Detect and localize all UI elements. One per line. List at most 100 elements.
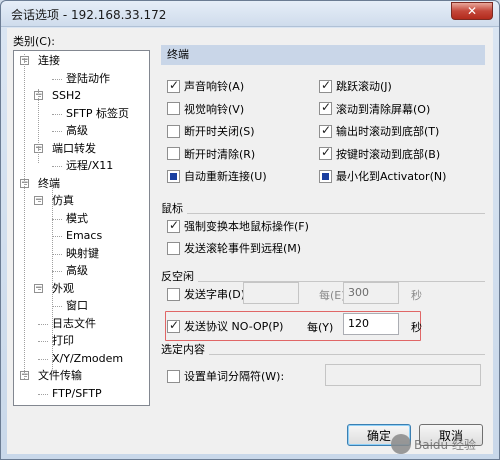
word-sep-checkbox[interactable] <box>167 369 180 383</box>
send-noop-checkbox[interactable] <box>167 318 180 333</box>
terminal-right-checkbox[interactable] <box>319 100 332 115</box>
send-string-label: 发送字串(D): <box>184 288 249 301</box>
section-header-terminal: 终端 <box>161 45 485 65</box>
tree-connector <box>52 181 53 371</box>
terminal-left-label: 视觉响铃(V) <box>184 102 245 116</box>
terminal-left-option[interactable]: 断开时关闭(S) <box>167 123 255 139</box>
terminal-right-option[interactable]: 按键时滚动到底部(B) <box>319 145 441 162</box>
terminal-right-label: 跳跃滚动(J) <box>336 80 392 93</box>
word-sep-input[interactable] <box>325 364 481 386</box>
terminal-left-label: 自动重新连接(U) <box>184 170 267 183</box>
terminal-right-option[interactable]: 最小化到Activator(N) <box>319 168 446 184</box>
tree-item[interactable]: 高级 <box>66 124 88 137</box>
interval-input-1[interactable]: 300 <box>343 282 399 304</box>
group-mouse: 鼠标 <box>161 200 485 216</box>
dialog-client: 类别(C): 连接 − 登陆动作 SSH2− SFTP 标签页 高级 端口转发 − 远程/X11… <box>7 28 493 454</box>
baidu-watermark: Baidu 经验 <box>391 434 476 454</box>
mouse-checkbox[interactable] <box>167 218 180 233</box>
tree-item[interactable]: SSH2 <box>52 89 81 102</box>
terminal-right-label: 滚动到清除屏幕(O) <box>336 102 431 116</box>
send-string-input[interactable] <box>243 282 299 304</box>
terminal-right-checkbox[interactable] <box>319 169 332 183</box>
terminal-left-option[interactable]: 自动重新连接(U) <box>167 168 267 184</box>
tree-item[interactable]: 映射键 <box>66 247 99 260</box>
group-selection: 选定内容 <box>161 341 485 357</box>
baidu-paw-icon <box>391 434 411 454</box>
terminal-left-option[interactable]: 视觉响铃(V) <box>167 101 244 117</box>
tree-connector <box>38 201 40 202</box>
terminal-left-label: 断开时清除(R) <box>184 147 256 161</box>
tree-item[interactable]: 文件传输 <box>38 369 82 382</box>
terminal-left-checkbox[interactable] <box>167 124 180 138</box>
send-noop-label: 发送协议 NO-OP(P) <box>184 320 284 333</box>
group-title-selection: 选定内容 <box>161 341 209 357</box>
tree-connector <box>38 393 48 395</box>
send-noop-option[interactable]: 发送协议 NO-OP(P) <box>167 318 283 334</box>
send-string-checkbox[interactable] <box>167 287 180 301</box>
group-anti-idle: 反空闲 <box>161 268 485 284</box>
category-tree[interactable]: 连接 − 登陆动作 SSH2− SFTP 标签页 高级 端口转发 − 远程/X11 终端 − 仿真 − 模… <box>13 50 150 406</box>
tree-item[interactable]: 远程/X11 <box>66 159 113 172</box>
tree-item[interactable]: 仿真 <box>52 194 74 207</box>
terminal-right-label: 按键时滚动到底部(B) <box>336 147 441 161</box>
send-string-option[interactable]: 发送字串(D): <box>167 286 249 302</box>
tree-connector <box>52 78 62 80</box>
tree-item[interactable]: X/Y/Zmodem <box>52 352 123 365</box>
terminal-left-checkbox[interactable] <box>167 147 180 160</box>
terminal-left-checkbox[interactable] <box>167 102 180 115</box>
tree-connector <box>52 271 62 272</box>
window-title: 会话选项 - 192.168.33.172 <box>11 8 167 22</box>
tree-item[interactable]: Emacs <box>66 229 102 242</box>
word-sep-option[interactable]: 设置单词分隔符(W): <box>167 368 284 384</box>
mouse-label: 强制变换本地鼠标操作(F) <box>184 220 309 233</box>
group-title-anti-idle: 反空闲 <box>161 268 198 284</box>
terminal-right-checkbox[interactable] <box>319 145 332 160</box>
terminal-left-option[interactable]: 声音响铃(A) <box>167 78 244 94</box>
tree-item[interactable]: 终端 <box>38 177 60 190</box>
seconds-label-1: 秒 <box>411 289 422 302</box>
title-bar: 会话选项 - 192.168.33.172 ✕ <box>1 1 499 27</box>
group-title-mouse: 鼠标 <box>161 200 187 216</box>
tree-item[interactable]: FTP/SFTP <box>52 387 102 400</box>
tree-item[interactable]: 打印 <box>52 334 74 347</box>
session-options-window: 会话选项 - 192.168.33.172 ✕ 类别(C): 连接 − 登陆动作 SS… <box>0 0 500 460</box>
terminal-left-checkbox[interactable] <box>167 78 180 93</box>
terminal-left-option[interactable]: 断开时清除(R) <box>167 146 255 162</box>
mouse-checkbox[interactable] <box>167 241 180 255</box>
tree-connector <box>52 306 62 307</box>
tree-connector <box>38 89 39 163</box>
tree-item[interactable]: 端口转发 <box>52 142 96 155</box>
terminal-right-option[interactable]: 跳跃滚动(J) <box>319 78 392 94</box>
tree-item[interactable]: 窗口 <box>66 299 88 312</box>
every-label-1: 每(E) <box>319 289 346 302</box>
mouse-option[interactable]: 强制变换本地鼠标操作(F) <box>167 218 309 234</box>
tree-connector <box>52 253 62 255</box>
terminal-right-checkbox[interactable] <box>319 78 332 93</box>
tree-item[interactable]: 登陆动作 <box>66 72 110 85</box>
interval-input-2[interactable]: 120 <box>343 313 399 335</box>
tree-item[interactable]: 日志文件 <box>52 317 96 330</box>
tree-item[interactable]: 模式 <box>66 212 88 225</box>
terminal-right-checkbox[interactable] <box>319 123 332 138</box>
every-label-2: 每(Y) <box>307 321 334 334</box>
tree-item[interactable]: SFTP 标签页 <box>66 107 129 120</box>
word-sep-label: 设置单词分隔符(W): <box>184 370 285 383</box>
close-icon[interactable]: ✕ <box>451 2 493 20</box>
tree-connector <box>38 341 48 342</box>
terminal-left-label: 声音响铃(A) <box>184 80 245 93</box>
terminal-left-checkbox[interactable] <box>167 169 180 183</box>
tree-item[interactable]: 连接 <box>38 54 60 67</box>
tree-connector <box>38 323 48 325</box>
tree-connector <box>24 54 25 379</box>
terminal-right-option[interactable]: 滚动到清除屏幕(O) <box>319 100 431 117</box>
tree-item[interactable]: 高级 <box>66 264 88 277</box>
tree-connector <box>52 236 62 237</box>
mouse-option[interactable]: 发送滚轮事件到远程(M) <box>167 240 301 256</box>
tree-connector <box>38 288 40 290</box>
watermark-text: Baidu 经验 <box>414 437 476 452</box>
tree-item[interactable]: 外观 <box>52 282 74 295</box>
tree-connector <box>52 218 62 220</box>
terminal-right-option[interactable]: 输出时滚动到底部(T) <box>319 123 439 139</box>
tree-connector <box>38 358 48 360</box>
category-label: 类别(C): <box>13 35 55 48</box>
